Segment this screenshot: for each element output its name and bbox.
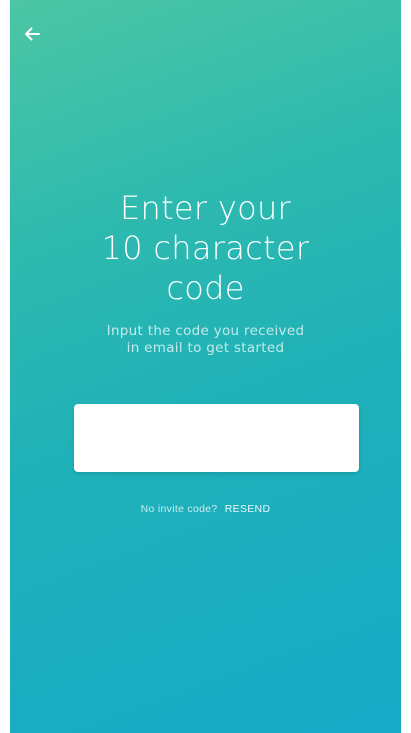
title-line-1: Enter your	[119, 189, 291, 227]
subtitle-line-1: Input the code you received	[106, 323, 305, 339]
title-line-2: 10 character	[101, 229, 310, 267]
page-subtitle: Input the code you received in email to …	[10, 323, 401, 357]
title-line-3: code	[166, 269, 245, 307]
page-title: Enter your 10 character code	[10, 188, 401, 308]
arrow-left-icon	[24, 27, 40, 41]
back-button[interactable]	[18, 20, 46, 48]
no-invite-code-label: No invite code?	[140, 503, 218, 515]
invite-code-input[interactable]	[74, 404, 359, 472]
resend-link[interactable]: RESEND	[225, 503, 271, 515]
resend-row: No invite code? RESEND	[10, 503, 401, 515]
invite-code-screen: Enter your 10 character code Input the c…	[10, 0, 401, 733]
subtitle-line-2: in email to get started	[126, 340, 285, 356]
